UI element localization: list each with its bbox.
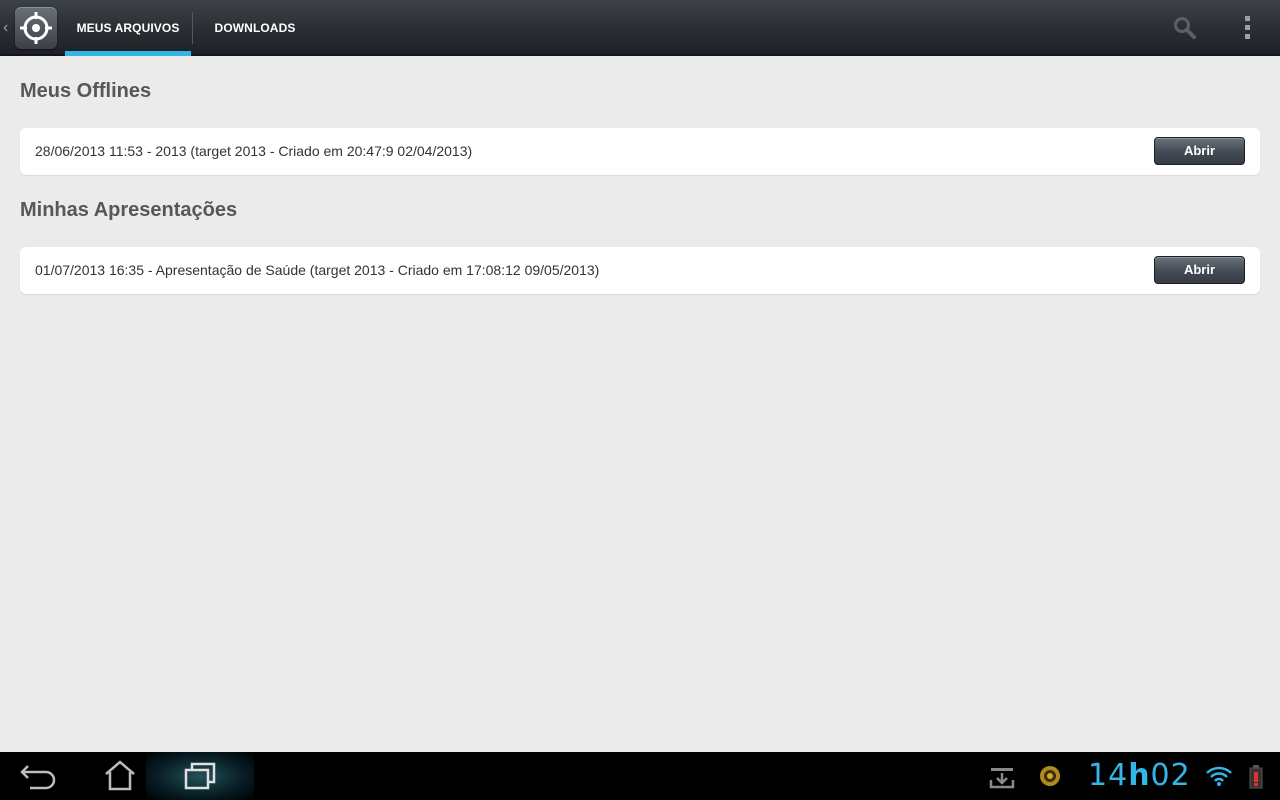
- clock-minutes: 02: [1150, 758, 1191, 793]
- list-item: 28/06/2013 11:53 - 2013 (target 2013 - C…: [20, 128, 1260, 175]
- list-item-text: 01/07/2013 16:35 - Apresentação de Saúde…: [35, 262, 600, 278]
- status-clock[interactable]: 14h02: [1088, 752, 1191, 800]
- app-logo-icon[interactable]: [15, 7, 57, 49]
- search-icon[interactable]: [1171, 14, 1199, 42]
- tab-label: MEUS ARQUIVOS: [76, 21, 180, 35]
- clock-separator: h: [1128, 758, 1151, 793]
- recent-apps-icon[interactable]: [178, 760, 222, 792]
- download-notification-icon[interactable]: [989, 764, 1015, 795]
- tab-divider: [192, 12, 193, 44]
- up-caret-icon[interactable]: ‹: [3, 18, 13, 38]
- app-notification-icon[interactable]: [1038, 764, 1062, 793]
- battery-icon: [1249, 765, 1263, 794]
- list-item-text: 28/06/2013 11:53 - 2013 (target 2013 - C…: [35, 143, 473, 159]
- tab-downloads[interactable]: DOWNLOADS: [205, 0, 305, 56]
- overflow-menu-icon[interactable]: [1236, 14, 1264, 42]
- home-icon[interactable]: [98, 760, 142, 792]
- back-icon[interactable]: [18, 760, 62, 792]
- tab-meus-arquivos[interactable]: MEUS ARQUIVOS: [65, 0, 191, 56]
- list-item: 01/07/2013 16:35 - Apresentação de Saúde…: [20, 247, 1260, 294]
- action-bar: ‹ MEUS ARQUIVOS DOWNLOADS: [0, 0, 1280, 56]
- section-title-minhas-apresentacoes: Minhas Apresentações: [20, 199, 238, 221]
- open-button[interactable]: Abrir: [1154, 256, 1245, 284]
- tab-label: DOWNLOADS: [214, 21, 296, 35]
- wifi-icon: [1206, 766, 1232, 791]
- tab-selected-indicator: [65, 51, 191, 56]
- open-button[interactable]: Abrir: [1154, 137, 1245, 165]
- clock-hours: 14: [1088, 758, 1129, 793]
- section-title-meus-offlines: Meus Offlines: [20, 80, 152, 102]
